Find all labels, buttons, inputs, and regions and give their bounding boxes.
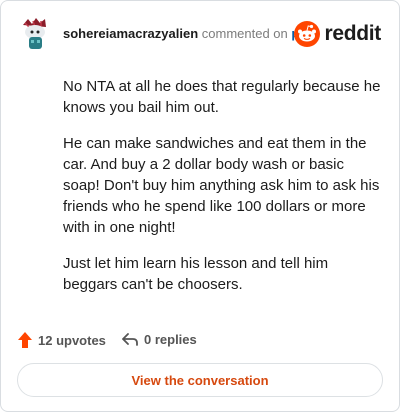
reply-arrow-icon — [122, 333, 138, 346]
username-link[interactable]: sohereiamacrazyalien — [63, 26, 198, 41]
comment-meta: sohereiamacrazyalien commented on post — [63, 26, 319, 41]
reddit-brand[interactable]: reddit — [294, 20, 381, 48]
comment-header: sohereiamacrazyalien commented on post r… — [17, 17, 383, 51]
reddit-wordmark: reddit — [324, 22, 381, 45]
commented-on-label: commented on — [201, 26, 288, 41]
replies-count: 0 replies — [144, 331, 197, 347]
comment-paragraph: No NTA at all he does that regularly bec… — [63, 78, 381, 116]
user-avatar[interactable] — [19, 17, 51, 51]
comment-card: sohereiamacrazyalien commented on post r… — [0, 0, 400, 412]
comment-body: No NTA at all he does that regularly bec… — [63, 76, 381, 310]
comment-paragraph: He can make sandwiches and eat them in t… — [63, 135, 380, 236]
comment-paragraph: Just let him learn his lesson and tell h… — [63, 255, 329, 293]
replies-stat[interactable]: 0 replies — [121, 331, 197, 347]
view-conversation-button[interactable]: View the conversation — [17, 363, 383, 397]
upvotes-stat[interactable]: 12 upvotes — [17, 331, 106, 349]
reddit-logo-icon — [294, 21, 321, 47]
upvote-arrow-icon — [18, 332, 32, 348]
snoo-avatar-icon — [23, 18, 46, 49]
upvotes-count: 12 upvotes — [38, 332, 106, 348]
